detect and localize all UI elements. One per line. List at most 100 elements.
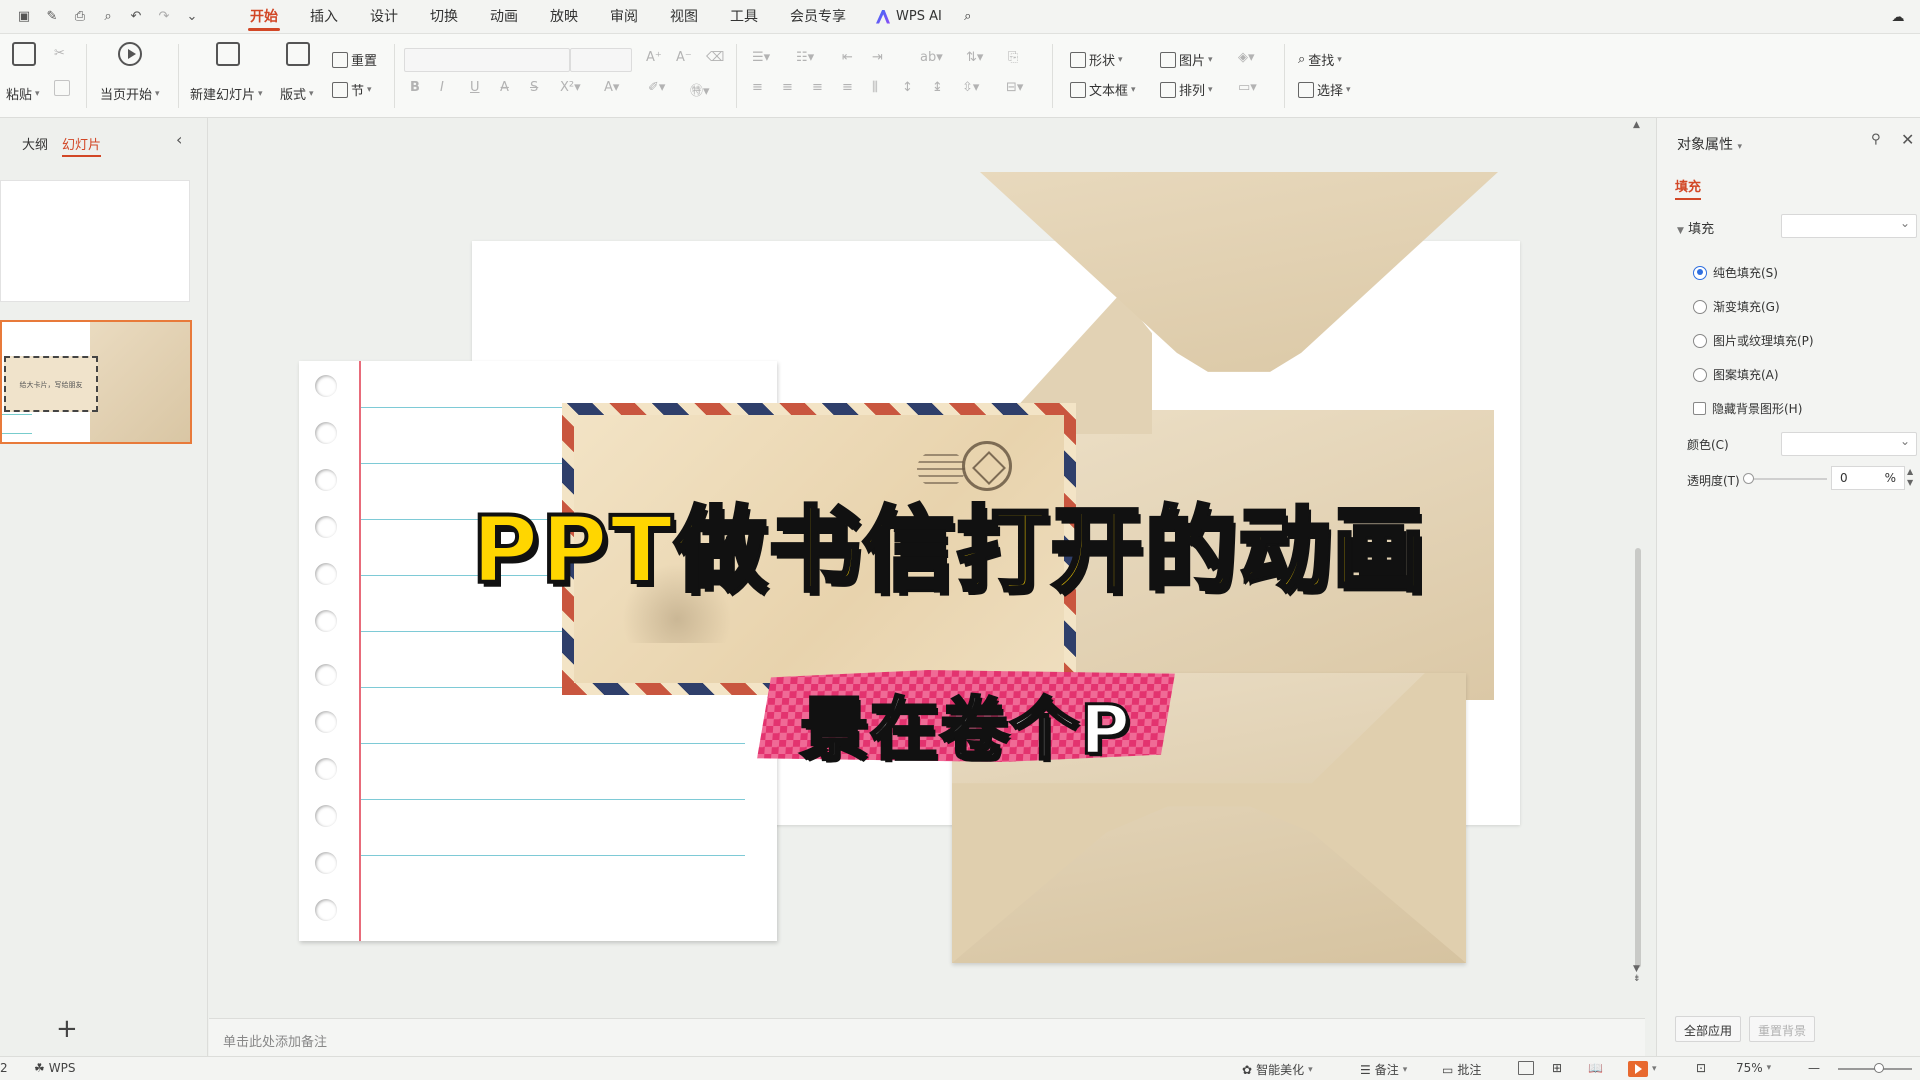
wps-ai-button[interactable]: WPS AI	[876, 9, 942, 24]
menu-transition[interactable]: 切换	[414, 0, 474, 34]
customize-chevron-icon[interactable]: ⌄	[180, 5, 204, 29]
apply-all-button[interactable]: 全部应用	[1675, 1016, 1742, 1042]
paste-icon[interactable]	[12, 42, 36, 66]
outdent-icon[interactable]: ⇤	[842, 50, 853, 65]
indent-icon[interactable]: ⇥	[872, 50, 883, 65]
search-icon[interactable]: ⌕	[956, 5, 980, 29]
strikethrough-icon[interactable]: A̶	[500, 80, 509, 95]
comments-button[interactable]: ▭ 批注	[1442, 1061, 1481, 1078]
align-center-icon[interactable]: ≡	[782, 80, 793, 95]
reset-button[interactable]: 重置	[332, 50, 377, 69]
bullets-icon[interactable]: ☰▾	[752, 50, 770, 65]
numbering-icon[interactable]: ☷▾	[796, 50, 814, 65]
option-pattern-fill[interactable]: 图案填充(A)	[1693, 366, 1779, 383]
arrange-button[interactable]: 排列 ▾	[1160, 80, 1213, 99]
select-button[interactable]: 选择 ▾	[1298, 80, 1351, 99]
cloud-sync-icon[interactable]: ☁	[1886, 5, 1910, 29]
line-spacing-icon[interactable]: ↕	[902, 80, 913, 95]
print-icon[interactable]: ⎙	[68, 5, 92, 29]
wps-status-button[interactable]: ☘ WPS	[34, 1061, 75, 1075]
option-picture-fill[interactable]: 图片或纹理填充(P)	[1693, 332, 1814, 349]
slide-thumbnail-1[interactable]	[0, 180, 190, 302]
cut-icon[interactable]: ✂	[54, 46, 65, 61]
vertical-scrollbar[interactable]: ▲ ▼ ⇟	[1631, 118, 1645, 1018]
font-color-icon[interactable]: A▾	[604, 80, 619, 95]
sort-icon[interactable]: ⇅▾	[966, 50, 983, 65]
start-from-current-button[interactable]: 当页开始 ▾	[100, 84, 160, 103]
menu-member[interactable]: 会员专享	[774, 0, 862, 34]
scroll-up-icon[interactable]: ▲	[1633, 120, 1640, 130]
menu-design[interactable]: 设计	[354, 0, 414, 34]
layout-icon[interactable]	[286, 42, 310, 66]
textbox-button[interactable]: 文本框 ▾	[1070, 80, 1136, 99]
copy-icon[interactable]	[54, 80, 70, 96]
new-slide-icon[interactable]	[216, 42, 240, 66]
panel-title[interactable]: 对象属性 ▾	[1677, 134, 1742, 154]
pin-icon[interactable]: ⚲	[1871, 132, 1881, 147]
outline-icon[interactable]: ▭▾	[1238, 80, 1257, 95]
undo-icon[interactable]: ↶	[124, 5, 148, 29]
paste-button[interactable]: 粘贴 ▾	[6, 84, 40, 103]
convert-icon[interactable]: ⎘	[1008, 50, 1018, 65]
underline-button[interactable]: U	[470, 80, 480, 95]
menu-review[interactable]: 审阅	[594, 0, 654, 34]
increase-font-icon[interactable]: A⁺	[646, 50, 662, 65]
menu-tools[interactable]: 工具	[714, 0, 774, 34]
print-preview-icon[interactable]: ⌕	[96, 5, 120, 29]
highlight-icon[interactable]: ✐▾	[648, 80, 665, 95]
text-align-icon[interactable]: ⊟▾	[1006, 80, 1023, 95]
para-spacing-icon[interactable]: ↨	[932, 80, 943, 95]
collapse-panel-icon[interactable]: ‹	[176, 130, 182, 149]
slideshow-play-button[interactable]: ▾	[1628, 1061, 1657, 1077]
fill-section-header[interactable]: ▼ 填充	[1677, 218, 1714, 237]
new-slide-button[interactable]: 新建幻灯片 ▾	[190, 84, 263, 103]
strike-button[interactable]: S	[530, 80, 538, 95]
superscript-icon[interactable]: X²▾	[560, 80, 581, 95]
tab-fill[interactable]: 填充	[1675, 176, 1702, 200]
fill-select[interactable]	[1781, 214, 1917, 238]
smart-beautify-button[interactable]: ✿ 智能美化 ▾	[1242, 1061, 1313, 1078]
align-right-icon[interactable]: ≡	[812, 80, 823, 95]
draft-icon[interactable]: ✎	[40, 5, 64, 29]
spin-icon[interactable]: ▲ ▼	[1907, 466, 1913, 488]
notes-area[interactable]: 单击此处添加备注	[209, 1018, 1645, 1056]
fit-window-icon[interactable]: ⊡	[1696, 1061, 1706, 1075]
find-button[interactable]: ⌕ 查找 ▾	[1298, 50, 1342, 69]
redo-icon[interactable]: ↷	[152, 5, 176, 29]
layout-button[interactable]: 版式 ▾	[280, 84, 314, 103]
tab-outline[interactable]: 大纲	[22, 134, 48, 153]
normal-view-icon[interactable]	[1518, 1061, 1534, 1075]
option-gradient-fill[interactable]: 渐变填充(G)	[1693, 298, 1780, 315]
scroll-thumb[interactable]	[1635, 548, 1641, 968]
save-icon[interactable]: ▣	[12, 5, 36, 29]
menu-insert[interactable]: 插入	[294, 0, 354, 34]
slider-knob[interactable]	[1743, 473, 1754, 484]
bold-button[interactable]: B	[410, 80, 420, 95]
menu-view[interactable]: 视图	[654, 0, 714, 34]
italic-button[interactable]: I	[440, 80, 444, 95]
menu-slideshow[interactable]: 放映	[534, 0, 594, 34]
slide-thumbnail-2[interactable]: 给大卡片，写给朋友	[0, 320, 192, 444]
columns-icon[interactable]: ⇳▾	[962, 80, 979, 95]
scroll-down-icon[interactable]: ▼ ⇟	[1633, 964, 1641, 984]
transparency-input[interactable]: 0%	[1831, 466, 1905, 490]
notes-button[interactable]: ☰ 备注 ▾	[1360, 1061, 1407, 1078]
add-slide-button[interactable]: +	[56, 1014, 78, 1044]
menu-home[interactable]: 开始	[234, 0, 294, 34]
menu-animation[interactable]: 动画	[474, 0, 534, 34]
zoom-select[interactable]: 75% ▾	[1736, 1061, 1771, 1075]
slide-sorter-icon[interactable]: ⊞	[1552, 1061, 1562, 1075]
zoom-slider-knob[interactable]	[1874, 1063, 1884, 1073]
picture-button[interactable]: 图片 ▾	[1160, 50, 1213, 69]
font-size-select[interactable]	[570, 48, 632, 72]
text-direction-icon[interactable]: ab▾	[920, 50, 943, 65]
close-icon[interactable]: ✕	[1901, 130, 1914, 149]
option-solid-fill[interactable]: 纯色填充(S)	[1693, 264, 1778, 281]
justify-icon[interactable]: ≡	[842, 80, 853, 95]
shape-button[interactable]: 形状 ▾	[1070, 50, 1123, 69]
font-family-select[interactable]	[404, 48, 570, 72]
transparency-slider[interactable]	[1743, 473, 1827, 484]
tab-slides[interactable]: 幻灯片	[62, 134, 102, 157]
zoom-out-icon[interactable]: —	[1808, 1061, 1820, 1075]
reset-background-button[interactable]: 重置背景	[1749, 1016, 1816, 1042]
